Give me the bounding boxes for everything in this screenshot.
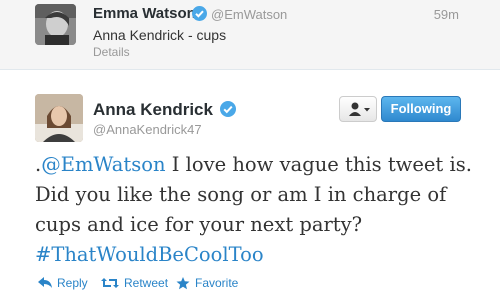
replied-author-name[interactable]: Emma Watson [93,5,196,22]
favorite-label: Favorite [195,276,239,290]
verified-badge-icon [220,101,236,117]
reply-label: Reply [57,276,88,290]
details-link[interactable]: Details [93,45,130,59]
replied-tweet-text: Anna Kendrick - cups [93,27,227,43]
emma-watson-avatar[interactable] [35,4,76,45]
tweet-author-handle[interactable]: @AnnaKendrick47 [93,122,202,137]
verified-badge-icon [192,6,207,21]
mention-link[interactable]: @EmWatson [41,153,165,176]
hashtag-link[interactable]: #ThatWouldBeCoolToo [35,243,264,266]
anna-kendrick-avatar[interactable] [35,94,83,142]
reply-arrow-icon [38,277,52,288]
user-actions-menu-button[interactable] [339,96,377,122]
tweet-text: .@EmWatson I love how vague this tweet i… [35,150,495,270]
following-button[interactable]: Following [381,96,461,122]
replied-tweet-time[interactable]: 59m [434,7,459,22]
retweet-label: Retweet [124,276,169,290]
star-icon [176,277,190,290]
tweet-author-name[interactable]: Anna Kendrick [93,100,213,120]
retweet-icon [101,278,119,288]
person-icon [349,102,370,116]
replied-author-handle[interactable]: @EmWatson [211,7,287,22]
replied-tweet[interactable]: Emma Watson @EmWatson 59m Anna Kendrick … [0,0,500,70]
